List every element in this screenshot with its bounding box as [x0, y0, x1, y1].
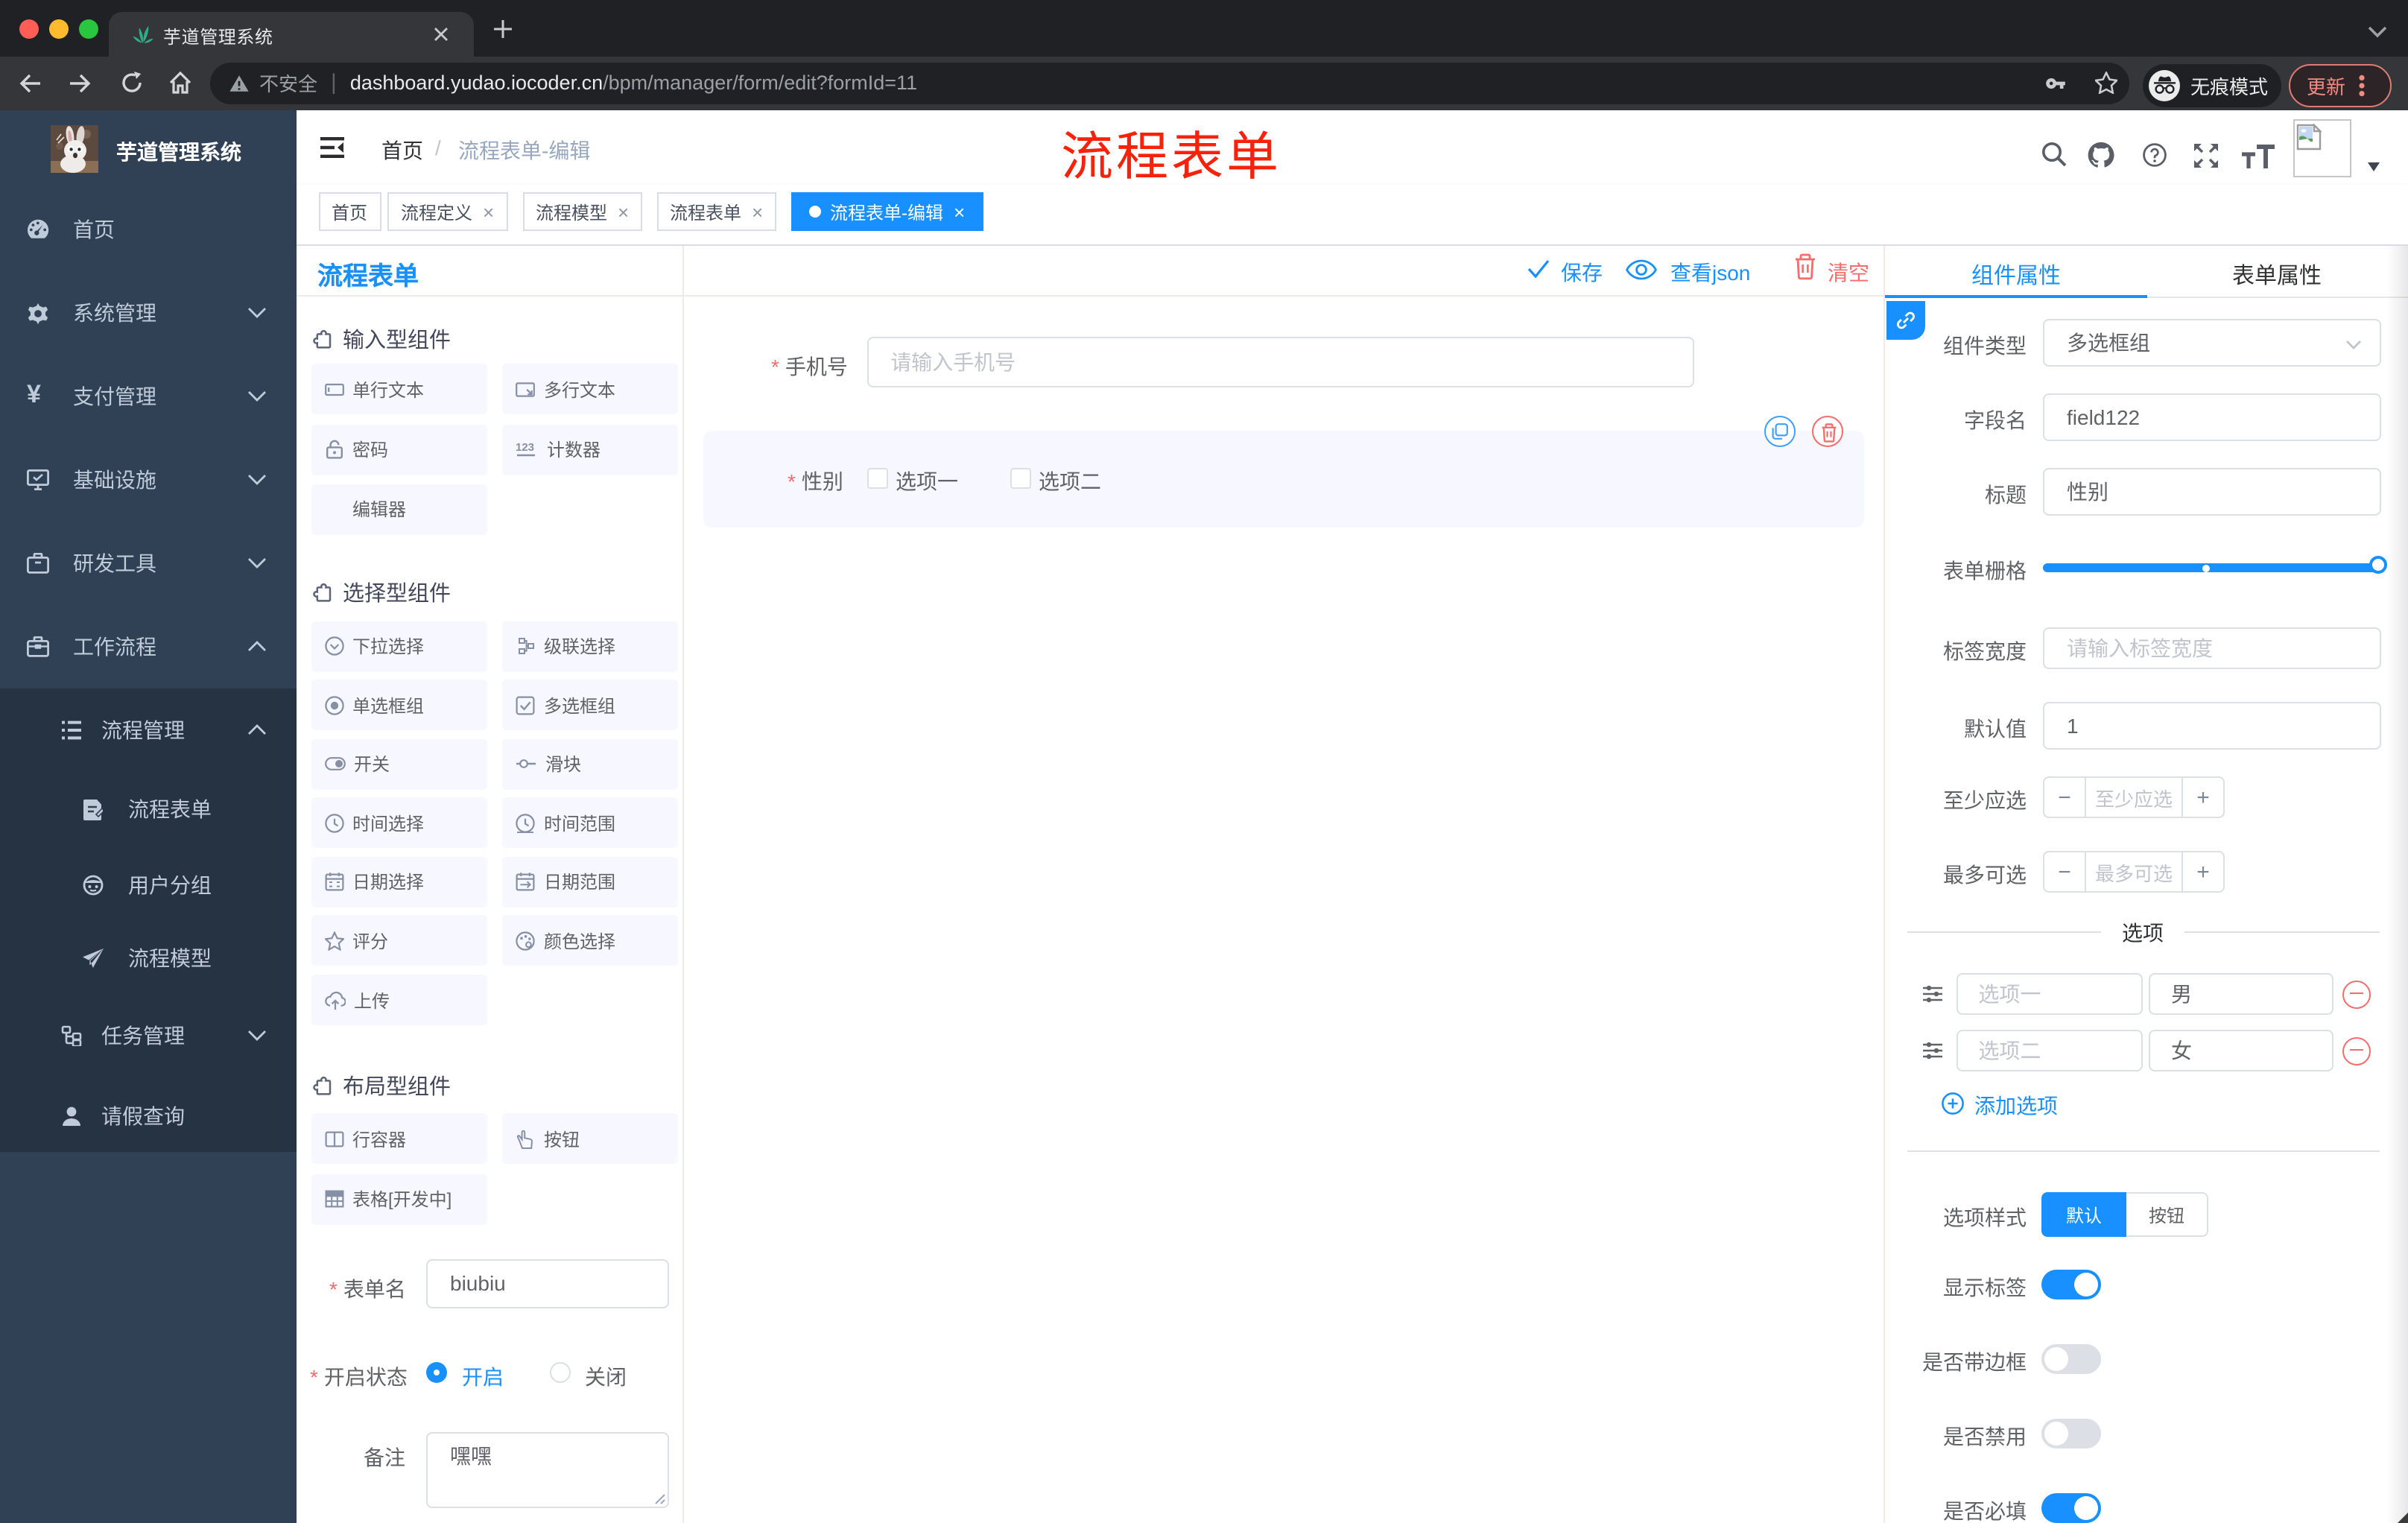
svg-text:123: 123 [516, 441, 534, 454]
